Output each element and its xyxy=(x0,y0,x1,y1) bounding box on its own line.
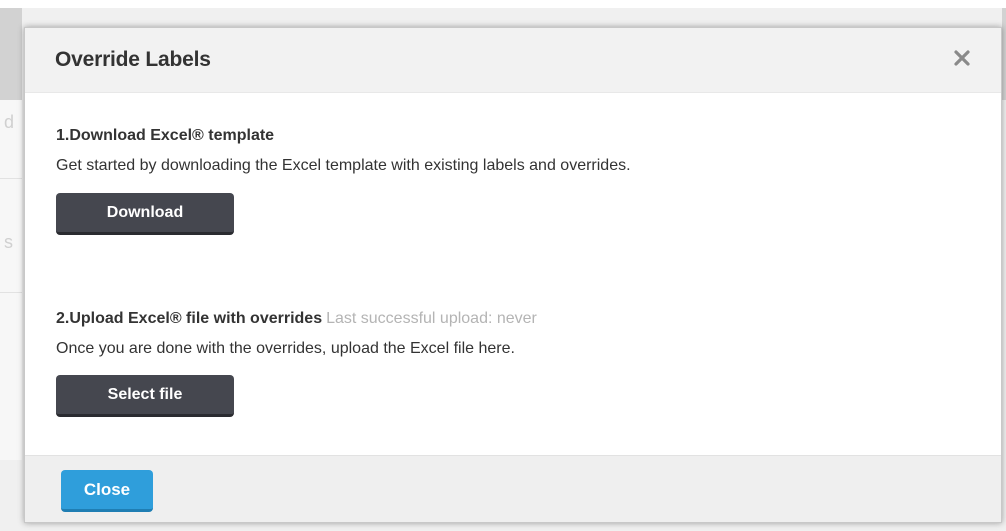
dialog-body: 1.Download Excel® template Get started b… xyxy=(25,93,1001,456)
background-content xyxy=(0,100,22,460)
step2-title: 2.Upload Excel® file with overrides Last … xyxy=(56,310,537,328)
close-button[interactable]: Close xyxy=(61,470,153,512)
step2-title-text: 2.Upload Excel® file with overrides xyxy=(56,310,323,327)
background-divider xyxy=(0,292,22,293)
download-button[interactable]: Download xyxy=(56,193,234,235)
select-file-button[interactable]: Select file xyxy=(56,375,234,417)
background-top-band xyxy=(0,0,1006,8)
last-upload-status: Last successful upload: never xyxy=(326,310,537,327)
step2-description: Once you are done with the overrides, up… xyxy=(56,340,515,357)
close-icon[interactable] xyxy=(949,45,975,71)
override-labels-dialog: Override Labels 1.Download Excel® templa… xyxy=(24,27,1002,523)
step1-description: Get started by downloading the Excel tem… xyxy=(56,157,631,174)
background-header-right xyxy=(1002,8,1006,100)
step1-title: 1.Download Excel® template xyxy=(56,127,275,144)
background-divider xyxy=(0,178,22,179)
dialog-footer: Close xyxy=(25,455,1001,522)
background-text-fragment: d xyxy=(4,112,15,132)
background-header xyxy=(0,8,22,100)
dialog-title: Override Labels xyxy=(55,48,211,71)
dialog-header: Override Labels xyxy=(25,28,1001,93)
background-text-fragment: s xyxy=(4,232,13,252)
